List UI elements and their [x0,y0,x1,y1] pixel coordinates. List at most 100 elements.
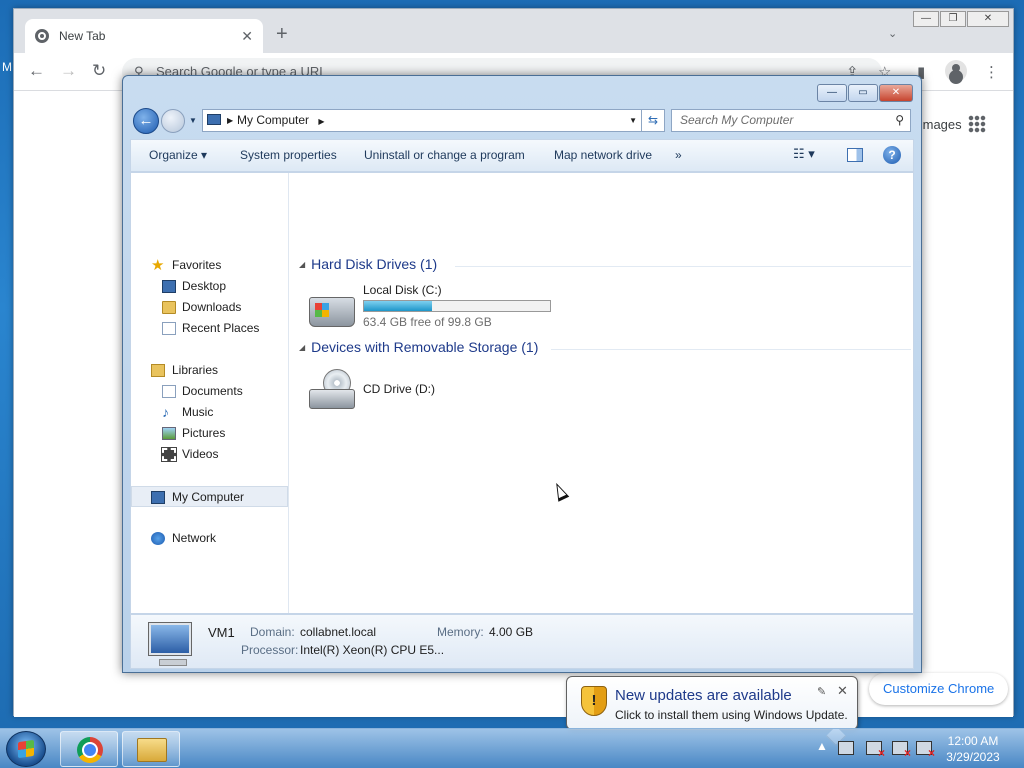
chrome-tab-strip: New Tab ✕ + ⌄ — ❐ ✕ [14,9,1013,53]
network-status-icon[interactable] [892,741,911,760]
nav-my-computer[interactable]: My Computer [131,486,288,507]
nav-desktop[interactable]: Desktop [131,276,288,297]
cd-drive-icon [309,369,355,411]
new-tab-button[interactable]: + [276,23,288,46]
command-bar: Organize ▾ System properties Uninstall o… [130,139,914,172]
apps-grid-icon[interactable] [968,115,986,133]
map-network-drive-button[interactable]: Map network drive [554,148,652,162]
breadcrumb-arrow-icon[interactable]: ▶ [318,117,324,126]
tab-search-icon[interactable]: ⌄ [888,27,897,40]
documents-icon [162,385,176,398]
action-center-icon[interactable] [866,741,885,760]
clock-date: 3/29/2023 [946,750,1000,764]
change-view-icon[interactable]: ☷ ▾ [793,146,815,162]
chrome-favicon-icon [35,29,49,43]
content-pane: ◢ Hard Disk Drives (1) Local Disk (C:) 63… [291,173,913,613]
explorer-maximize-button[interactable]: ▭ [848,84,878,102]
drive-free-space: 63.4 GB free of 99.8 GB [363,315,492,329]
windows-update-tray-icon[interactable] [838,741,854,755]
nav-music[interactable]: ♪ Music [131,402,288,423]
reload-icon[interactable]: ↻ [92,61,106,81]
windows-update-notification[interactable]: ! New updates are available Click to ins… [566,676,858,746]
nav-recent-places[interactable]: Recent Places [131,318,288,339]
nav-label: Favorites [172,258,222,272]
nav-downloads[interactable]: Downloads [131,297,288,318]
uninstall-program-button[interactable]: Uninstall or change a program [364,148,525,162]
explorer-address-row: ← ▼ ▶ My Computer ▶ ▼ ⇆ Search My Comput… [131,106,915,136]
search-icon[interactable]: ⚲ [895,110,904,131]
desktop-icon-label-fragment: M [2,60,12,74]
forward-arrow-icon[interactable]: → [60,61,77,81]
explorer-minimize-button[interactable]: — [817,84,847,102]
chrome-restore-button[interactable]: ❐ [940,11,966,27]
domain-value: collabnet.local [300,625,377,639]
forward-button[interactable] [161,109,185,133]
recent-pages-dropdown-icon[interactable]: ▼ [189,116,197,125]
collapse-triangle-icon: ◢ [299,260,306,269]
organize-button[interactable]: Organize ▾ [149,148,207,162]
recent-places-icon [162,322,176,335]
nav-label: Network [172,531,217,545]
nav-label: Documents [182,384,243,398]
breadcrumb-my-computer[interactable]: My Computer [237,113,309,127]
film-strip-icon [161,447,177,462]
processor-value: Intel(R) Xeon(R) CPU E5... [300,643,445,657]
star-icon: ★ [151,257,165,274]
nav-label: Recent Places [182,321,260,335]
network-globe-icon [151,532,165,545]
back-button[interactable]: ← [133,108,159,134]
notification-close-icon[interactable]: ✕ [837,683,848,699]
help-icon[interactable]: ? [883,146,901,164]
downloads-folder-icon [162,301,176,314]
notification-title: New updates are available [615,687,792,704]
nav-documents[interactable]: Documents [131,381,288,402]
domain-label: Domain: [250,625,295,639]
computer-icon [207,114,221,125]
computer-icon [151,491,165,504]
nav-favorites[interactable]: ★ Favorites [131,255,288,276]
profile-avatar-icon[interactable] [945,60,967,82]
group-header-label: Hard Disk Drives (1) [311,256,438,272]
search-input[interactable]: Search My Computer ⚲ [671,109,911,132]
refresh-icon[interactable]: ⇆ [641,109,665,132]
computer-name: VM1 [208,625,235,640]
breadcrumb-arrow-icon[interactable]: ▶ [227,110,233,131]
chrome-logo-icon [77,737,103,763]
images-link[interactable]: Images [919,117,962,132]
explorer-close-button[interactable]: ✕ [879,84,913,102]
chrome-close-button[interactable]: ✕ [967,11,1009,27]
chrome-tab-new-tab[interactable]: New Tab ✕ [25,19,263,53]
chrome-minimize-button[interactable]: — [913,11,939,27]
address-bar[interactable]: ▶ My Computer ▶ ▼ [202,109,642,132]
address-dropdown-icon[interactable]: ▼ [629,110,637,131]
libraries-icon [151,364,165,377]
group-header-hard-disk-drives[interactable]: ◢ Hard Disk Drives (1) [299,256,437,272]
memory-value: 4.00 GB [489,625,534,639]
nav-label: My Computer [172,490,245,504]
collapse-triangle-icon: ◢ [299,343,306,352]
nav-network[interactable]: Network [131,528,288,549]
chrome-menu-icon[interactable]: ⋮ [984,63,999,81]
nav-videos[interactable]: Videos [131,444,288,465]
tab-close-icon[interactable]: ✕ [241,28,253,45]
system-clock[interactable]: 12:00 AM 3/29/2023 [930,733,1016,765]
nav-label: Videos [182,447,219,461]
group-header-removable-storage[interactable]: ◢ Devices with Removable Storage (1) [299,339,538,355]
taskbar-chrome-button[interactable] [60,731,118,767]
taskbar-explorer-button[interactable] [122,731,180,767]
more-commands-button[interactable]: » [675,148,682,162]
explorer-body: ★ Favorites Desktop Downloads Recent Pla… [130,172,914,614]
preview-pane-icon[interactable] [847,148,863,162]
drive-capacity-fill [364,301,432,311]
memory-label: Memory: [437,625,484,639]
nav-libraries[interactable]: Libraries [131,360,288,381]
group-divider [455,266,911,267]
show-hidden-icons-icon[interactable]: ▲ [816,739,828,753]
folder-icon [137,738,167,762]
customize-chrome-button[interactable]: Customize Chrome [869,673,1009,705]
notification-options-icon[interactable]: ✎ [817,685,826,698]
start-button[interactable] [6,731,46,767]
back-arrow-icon[interactable]: ← [28,61,45,81]
system-properties-button[interactable]: System properties [240,148,337,162]
nav-pictures[interactable]: Pictures [131,423,288,444]
